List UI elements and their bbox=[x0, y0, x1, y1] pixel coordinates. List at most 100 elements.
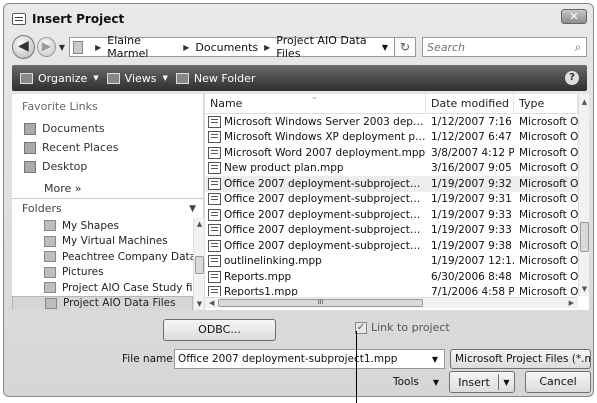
column-header-date-modified[interactable]: Date modified bbox=[426, 94, 514, 113]
type-cell: Microsoft Offic... bbox=[519, 208, 578, 221]
cancel-button[interactable]: Cancel bbox=[525, 371, 591, 393]
scroll-thumb[interactable] bbox=[195, 256, 204, 274]
file-name-cell: Office 2007 deployment-subproject1.mpp bbox=[205, 177, 426, 190]
chevron-down-icon: ▼ bbox=[162, 74, 168, 82]
new-folder-button[interactable]: New Folder bbox=[175, 71, 256, 85]
column-header-type[interactable]: Type bbox=[514, 94, 578, 113]
favorite-recent-places[interactable]: Recent Places bbox=[24, 141, 119, 154]
scroll-thumb[interactable]: III bbox=[218, 299, 423, 307]
file-name-text: Microsoft Windows Server 2003 deployme..… bbox=[224, 115, 426, 128]
back-button[interactable]: ◀ bbox=[12, 35, 35, 59]
tree-item-label: Peachtree Company Data bbox=[62, 250, 193, 263]
tree-item-project-aio-case-study-files[interactable]: Project AIO Case Study files bbox=[12, 280, 193, 296]
scroll-down-icon[interactable]: ▼ bbox=[195, 300, 204, 308]
column-label: Name bbox=[210, 97, 243, 110]
table-row[interactable]: Office 2007 deployment-subproject2.mpp 1/… bbox=[205, 192, 578, 208]
scroll-thumb[interactable] bbox=[580, 222, 589, 252]
table-row[interactable]: outlinelinking.mpp 1/19/2007 12:1... Micro… bbox=[205, 254, 578, 270]
address-bar[interactable]: ▶ Elaine Marmel ▶ Documents ▶ Project AI… bbox=[69, 34, 396, 60]
table-row[interactable]: Microsoft Word 2007 deployment.mpp 3/8/20… bbox=[205, 145, 578, 161]
table-row[interactable]: Reports1.mpp 7/1/2006 4:58 PM Microsoft Of… bbox=[205, 285, 578, 296]
close-button[interactable]: ✕ bbox=[561, 9, 587, 24]
callout-line bbox=[356, 331, 357, 403]
table-row[interactable]: Microsoft Windows Server 2003 deployme..… bbox=[205, 114, 578, 130]
breadcrumb-project-aio-data-files[interactable]: Project AIO Data Files bbox=[276, 34, 382, 60]
views-menu[interactable]: Views ▼ bbox=[106, 72, 168, 85]
insert-options-dropdown-icon[interactable]: ▼ bbox=[499, 378, 514, 387]
search-input[interactable] bbox=[426, 40, 570, 54]
tree-item-project-aio-data-files[interactable]: Project AIO Data Files bbox=[12, 295, 193, 310]
file-name-cell: Reports.mpp bbox=[205, 270, 426, 283]
scroll-left-icon[interactable]: ◀ bbox=[209, 298, 214, 308]
refresh-icon[interactable]: ↻ bbox=[395, 37, 416, 57]
tree-item-my-virtual-machines[interactable]: My Virtual Machines bbox=[12, 234, 193, 250]
breadcrumb-documents[interactable]: Documents bbox=[195, 41, 258, 54]
tree-item-label: My Virtual Machines bbox=[62, 235, 168, 248]
search-icon[interactable]: ⌕ bbox=[570, 40, 586, 55]
file-name-text: Office 2007 deployment-subproject2.mpp bbox=[224, 193, 426, 206]
favorite-label: Documents bbox=[42, 122, 105, 135]
date-modified-cell: 3/8/2007 4:12 PM bbox=[431, 146, 514, 159]
project-file-icon bbox=[208, 193, 221, 206]
file-list: ⌃ Name Date modified Type Microsoft Wind… bbox=[205, 94, 589, 310]
tools-menu[interactable]: Tools ▼ bbox=[393, 376, 439, 388]
help-icon[interactable]: ? bbox=[565, 71, 579, 85]
sort-ascending-icon: ⌃ bbox=[311, 96, 318, 105]
favorite-documents[interactable]: Documents bbox=[24, 122, 105, 135]
folders-toggle[interactable]: Folders ▼ bbox=[12, 198, 204, 218]
file-list-vertical-scrollbar[interactable]: ▲ ▼ bbox=[578, 94, 589, 296]
project-file-icon bbox=[208, 131, 221, 144]
breadcrumb-separator-icon[interactable]: ▶ bbox=[264, 43, 270, 52]
table-row[interactable]: Office 2007 deployment-subproject4.mpp 1/… bbox=[205, 223, 578, 239]
breadcrumb-separator-icon[interactable]: ▶ bbox=[183, 43, 189, 52]
scroll-up-icon[interactable]: ▲ bbox=[580, 98, 589, 106]
scroll-up-icon[interactable]: ▲ bbox=[195, 220, 204, 228]
table-row[interactable]: New product plan.mpp 3/16/2007 9:05 ... Mi… bbox=[205, 161, 578, 177]
odbc-button[interactable]: ODBC... bbox=[163, 319, 276, 341]
link-to-project-checkbox[interactable]: ✓ Link to project bbox=[355, 321, 450, 334]
file-type-select[interactable]: Microsoft Project Files (*.mpp ▼ bbox=[450, 349, 591, 369]
column-header-name[interactable]: ⌃ Name bbox=[205, 94, 426, 113]
chevron-down-icon[interactable]: ▼ bbox=[432, 355, 438, 364]
more-links-button[interactable]: More » bbox=[44, 182, 82, 195]
project-file-icon bbox=[208, 146, 221, 159]
folder-icon bbox=[44, 235, 56, 247]
tree-item-peachtree-company-data[interactable]: Peachtree Company Data bbox=[12, 249, 193, 265]
address-dropdown-icon[interactable]: ▼ bbox=[382, 43, 388, 52]
table-row[interactable]: Office 2007 deployment-subproject1.mpp 1/… bbox=[205, 176, 578, 192]
scroll-down-icon[interactable]: ▼ bbox=[580, 285, 589, 293]
tree-item-label: Project AIO Case Study files bbox=[62, 281, 193, 294]
tree-item-my-shapes[interactable]: My Shapes bbox=[12, 218, 193, 234]
breadcrumb-separator-icon[interactable]: ▶ bbox=[95, 43, 101, 52]
tree-item-pictures[interactable]: Pictures bbox=[12, 265, 193, 281]
recent-pages-dropdown[interactable]: ▼ bbox=[59, 43, 65, 52]
insert-button[interactable]: Insert ▼ bbox=[449, 371, 515, 393]
project-file-icon bbox=[208, 255, 221, 268]
type-cell: Microsoft Offic... bbox=[519, 115, 578, 128]
table-row[interactable]: Office 2007 deployment-subproject5.mpp 1/… bbox=[205, 238, 578, 254]
file-name-cell: Office 2007 deployment-subproject3.mpp bbox=[205, 208, 426, 221]
date-modified-cell: 1/12/2007 6:47 ... bbox=[431, 131, 514, 144]
forward-button[interactable]: ▶ bbox=[36, 37, 56, 57]
folder-icon bbox=[45, 297, 57, 309]
file-list-horizontal-scrollbar[interactable]: ◀ III ▶ bbox=[205, 297, 578, 308]
project-file-icon bbox=[208, 208, 221, 221]
table-row[interactable]: Office 2007 deployment-subproject3.mpp 1/… bbox=[205, 207, 578, 223]
type-cell: Microsoft Offic... bbox=[519, 162, 578, 175]
file-name-text: Office 2007 deployment-subproject5.mpp bbox=[224, 239, 426, 252]
breadcrumb-elaine-marmel[interactable]: Elaine Marmel bbox=[107, 34, 177, 60]
scroll-right-icon[interactable]: ▶ bbox=[569, 298, 574, 308]
organize-menu[interactable]: Organize ▼ bbox=[20, 72, 99, 85]
type-cell: Microsoft Offic... bbox=[519, 224, 578, 237]
favorite-desktop[interactable]: Desktop bbox=[24, 160, 87, 173]
search-box[interactable]: ⌕ bbox=[421, 37, 587, 57]
file-name-field[interactable]: Office 2007 deployment-subproject1.mpp ▼ bbox=[174, 349, 445, 369]
type-cell: Microsoft Offic... bbox=[519, 239, 578, 252]
project-app-icon bbox=[12, 13, 26, 25]
column-headers: ⌃ Name Date modified Type bbox=[205, 94, 578, 114]
folder-tree-scrollbar[interactable]: ▲ ▼ bbox=[193, 218, 204, 310]
file-name-text: outlinelinking.mpp bbox=[224, 255, 322, 268]
table-row[interactable]: Microsoft Windows XP deployment plan-n..… bbox=[205, 130, 578, 146]
new-folder-label: New Folder bbox=[193, 71, 256, 85]
table-row[interactable]: Reports.mpp 6/30/2006 8:48 ... Microsoft O… bbox=[205, 269, 578, 285]
